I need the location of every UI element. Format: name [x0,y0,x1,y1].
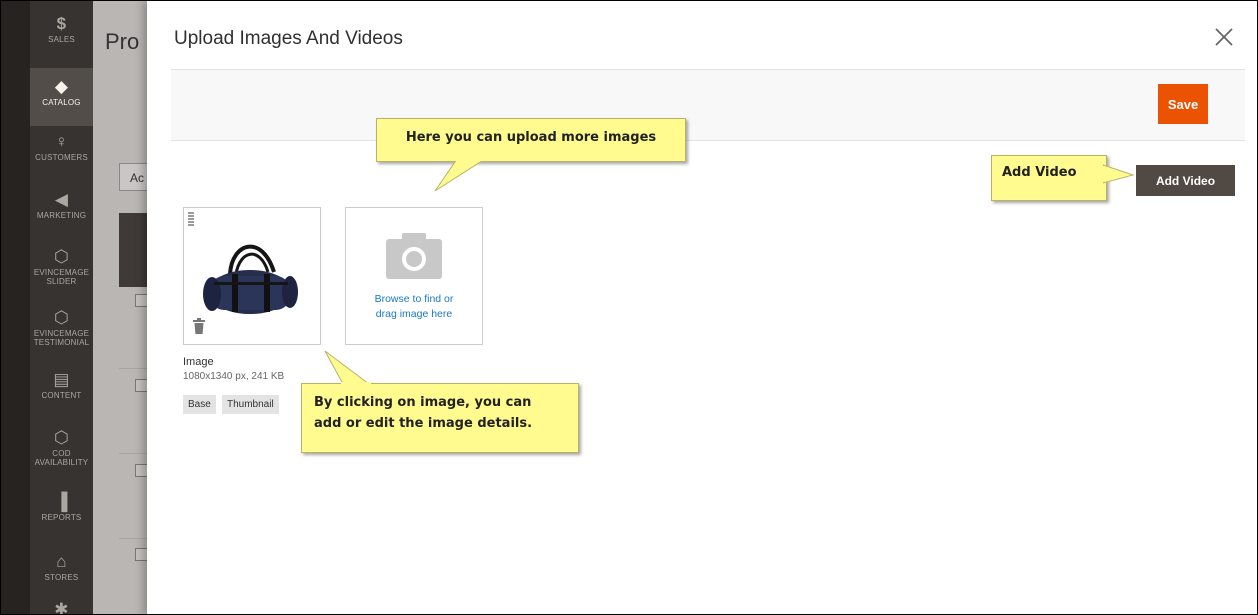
close-icon[interactable] [1210,23,1238,51]
image-role-base: Base [183,395,216,414]
cube-icon: ◆ [54,77,69,96]
sidebar-item-reports[interactable]: ▐ REPORTS [30,493,93,533]
sidebar-item-catalog[interactable]: ◆ CATALOG [30,68,93,126]
callout-upload-more: Here you can upload more images [376,118,686,162]
duffel-bag-image [203,244,298,314]
save-button[interactable]: Save [1158,84,1208,124]
sidebar-item-evincemage-testimonial[interactable]: ⬡ EVINCEMAGE TESTIMONIAL [30,309,93,361]
gear-icon: ✱ [54,600,69,615]
person-icon: ♀ [55,132,68,151]
upload-text-line: drag image here [375,308,453,320]
store-icon: ⌂ [56,552,67,571]
hexagon-icon: ⬡ [53,247,70,266]
sidebar-item-label: SALES [48,35,75,44]
sidebar-item-label: CONTENT [41,391,82,400]
background-page-title: Pro [105,29,140,54]
image-meta: 1080x1340 px, 241 KB [183,371,285,382]
image-role-thumbnail: Thumbnail [222,395,279,414]
megaphone-icon: ◀ [54,190,69,209]
sidebar-item-customers[interactable]: ♀ CUSTOMERS [30,133,93,183]
callout-tail [1103,164,1135,184]
sidebar-item-label: REPORTS [41,513,82,522]
add-video-button[interactable]: Add Video [1136,165,1235,196]
hexagon-icon: ⬡ [53,308,70,327]
camera-icon [386,233,442,279]
sidebar-item-label: EVINCEMAGE SLIDER [33,268,90,286]
callout-tail [434,159,489,192]
sidebar-item-more[interactable]: ✱ [30,601,93,615]
callout-add-video: Add Video [991,155,1107,201]
modal-title: Upload Images And Videos [174,28,403,49]
callout-text: add or edit the image details. [314,416,533,431]
screenshot-frame: $ SALES ◆ CATALOG ♀ CUSTOMERS ◀ MARKETIN… [0,0,1258,615]
sidebar-item-label: CUSTOMERS [35,153,88,162]
sidebar-item-label: COD AVAILABILITY [34,449,89,467]
sidebar-item-label: CATALOG [42,98,81,107]
sidebar-item-label: EVINCEMAGE TESTIMONIAL [33,329,90,347]
image-upload-dropzone[interactable]: Browse to find or drag image here [345,207,483,345]
sidebar-edge [1,1,30,614]
callout-text: By clicking on image, you can [314,395,532,410]
uploaded-image-thumbnail[interactable] [183,207,321,345]
hexagon-icon: ⬡ [53,428,70,447]
sidebar-item-stores[interactable]: ⌂ STORES [30,553,93,593]
upload-instructions[interactable]: Browse to find or drag image here [346,292,482,322]
upload-images-modal: Upload Images And Videos Save Add Video [147,1,1257,614]
trash-icon[interactable] [193,318,205,334]
sidebar-item-label: STORES [44,573,79,582]
callout-edit-image: By clicking on image, you can add or edi… [301,383,579,453]
layout-icon: ▤ [53,370,70,389]
sidebar-item-marketing[interactable]: ◀ MARKETING [30,191,93,241]
callout-text: Add Video [1002,165,1077,180]
sidebar-item-label: MARKETING [36,211,87,220]
bar-chart-icon: ▐ [55,492,68,511]
sidebar-item-sales[interactable]: $ SALES [30,15,93,65]
callout-tail [324,350,371,385]
callout-text: Here you can upload more images [405,130,657,145]
sidebar-item-content[interactable]: ▤ CONTENT [30,371,93,413]
dollar-icon: $ [56,14,67,33]
sidebar-item-evincemage-slider[interactable]: ⬡ EVINCEMAGE SLIDER [30,248,93,298]
modal-toolbar [171,69,1245,141]
image-label: Image [183,356,214,368]
sidebar-item-cod-availability[interactable]: ⬡ COD AVAILABILITY [30,429,93,481]
upload-text-line: Browse to find or [374,293,454,305]
